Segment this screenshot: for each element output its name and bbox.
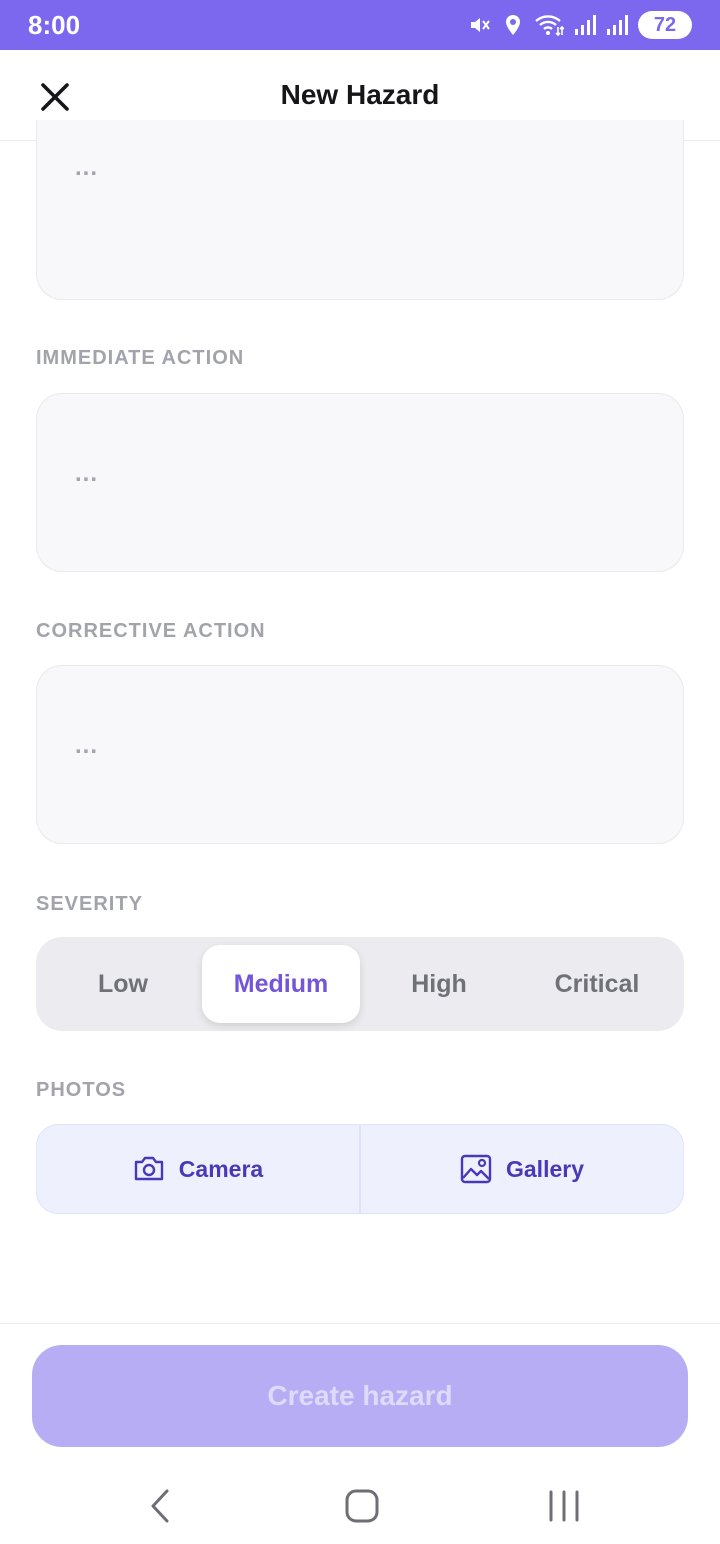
camera-button[interactable]: Camera	[37, 1125, 359, 1213]
wifi-icon	[534, 13, 564, 37]
location-icon	[502, 13, 524, 37]
description-placeholder: ...	[75, 154, 99, 181]
immediate-action-label: IMMEDIATE ACTION	[36, 347, 245, 369]
immediate-action-placeholder: ...	[75, 460, 99, 487]
corrective-action-field[interactable]: ...	[36, 665, 684, 844]
description-field[interactable]: ...	[36, 120, 684, 300]
status-time: 8:00	[28, 9, 81, 40]
footer-divider	[0, 1323, 720, 1324]
severity-selector: Low Medium High Critical	[36, 937, 684, 1031]
gallery-button[interactable]: Gallery	[361, 1125, 683, 1213]
severity-option-high[interactable]: High	[360, 945, 518, 1023]
create-hazard-button[interactable]: Create hazard	[32, 1345, 688, 1447]
corrective-action-label: CORRECTIVE ACTION	[36, 620, 266, 642]
camera-label: Camera	[178, 1155, 264, 1182]
status-icons: 72	[468, 11, 692, 39]
battery-indicator: 72	[638, 11, 692, 39]
page-title: New Hazard	[280, 79, 440, 110]
corrective-action-placeholder: ...	[75, 732, 99, 759]
camera-icon	[134, 1156, 163, 1181]
close-button[interactable]	[26, 68, 84, 126]
close-icon	[41, 83, 69, 111]
back-icon	[151, 1489, 169, 1523]
signal-icon	[574, 13, 596, 37]
gallery-icon	[460, 1154, 492, 1184]
mute-icon	[468, 13, 492, 37]
severity-label: SEVERITY	[36, 893, 143, 915]
severity-option-critical[interactable]: Critical	[518, 945, 676, 1023]
nav-back-button[interactable]	[130, 1476, 190, 1536]
immediate-action-field[interactable]: ...	[36, 393, 684, 572]
severity-option-medium[interactable]: Medium	[202, 945, 360, 1023]
severity-option-low[interactable]: Low	[44, 945, 202, 1023]
screen: 8:00 72 New Hazard ... IMMEDIATE ACTION …	[0, 0, 720, 1544]
system-nav-bar	[0, 1460, 720, 1544]
photos-label: PHOTOS	[36, 1079, 127, 1101]
gallery-label: Gallery	[506, 1155, 584, 1182]
home-icon	[345, 1489, 379, 1523]
photos-buttons: Camera Gallery	[36, 1124, 684, 1214]
nav-recents-button[interactable]	[534, 1476, 594, 1536]
recents-icon	[549, 1490, 579, 1522]
status-bar: 8:00 72	[0, 0, 720, 50]
signal-icon	[606, 13, 628, 37]
nav-home-button[interactable]	[332, 1476, 392, 1536]
